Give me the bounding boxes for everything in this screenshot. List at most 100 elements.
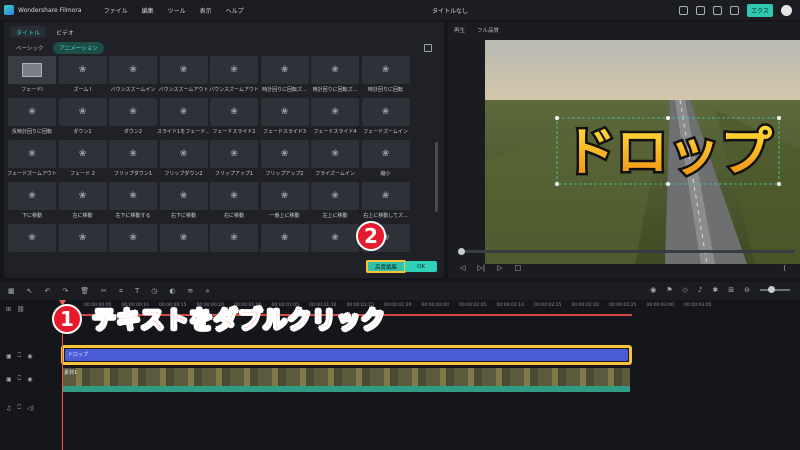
animation-thumbnail[interactable] <box>159 98 208 126</box>
seek-bar[interactable] <box>458 248 795 255</box>
animation-thumbnail[interactable] <box>58 140 107 168</box>
animation-preset[interactable]: フリップアップ1 <box>210 140 258 177</box>
video-clip[interactable]: 素材1 <box>62 368 630 386</box>
animation-thumbnail[interactable] <box>361 56 410 84</box>
animation-thumbnail[interactable] <box>159 224 208 252</box>
animation-preset[interactable]: フリップダウン2 <box>159 140 208 177</box>
menu-help[interactable]: ヘルプ <box>226 6 244 15</box>
speaker-icon[interactable]: ◁) <box>27 405 34 412</box>
eye-icon[interactable]: ◉ <box>27 376 32 383</box>
animation-thumbnail[interactable] <box>109 182 157 210</box>
shield-icon[interactable]: ◇ <box>683 286 688 294</box>
animation-preset[interactable]: 右上に移動してズ... <box>361 182 410 219</box>
animation-thumbnail[interactable] <box>210 224 258 252</box>
animation-thumbnail[interactable] <box>8 182 56 210</box>
animation-thumbnail[interactable] <box>361 98 410 126</box>
animation-thumbnail[interactable] <box>58 182 107 210</box>
add-track-icon[interactable]: ⊞ <box>6 306 11 313</box>
animation-thumbnail[interactable] <box>260 98 309 126</box>
snap-icon[interactable]: ⊞ <box>728 286 734 294</box>
animation-thumbnail[interactable] <box>58 98 107 126</box>
animation-thumbnail[interactable] <box>260 56 309 84</box>
animation-preset[interactable] <box>311 224 359 261</box>
animation-thumbnail[interactable] <box>210 182 258 210</box>
timer-icon[interactable]: ◷ <box>151 287 157 295</box>
animation-preset[interactable]: フライズームイン <box>311 140 359 177</box>
color-icon[interactable]: ◐ <box>169 287 175 295</box>
animation-thumbnail[interactable] <box>311 56 359 84</box>
animation-preset[interactable]: 反時計回りに回転 <box>8 98 56 135</box>
animation-preset[interactable]: フェードスライド3 <box>260 98 309 135</box>
animation-preset[interactable] <box>8 224 56 261</box>
prev-frame-icon[interactable]: ◁ <box>460 264 465 272</box>
animation-preset[interactable]: 時計回りに回転ズ... <box>260 56 309 93</box>
animation-preset[interactable]: 右下に移動 <box>159 182 208 219</box>
animation-thumbnail[interactable] <box>311 140 359 168</box>
animation-thumbnail[interactable] <box>58 56 107 84</box>
animation-preset[interactable]: フェードズームイン <box>361 98 410 135</box>
animation-preset[interactable] <box>210 224 258 261</box>
animation-preset[interactable]: 下に移動 <box>8 182 56 219</box>
link-icon[interactable]: ⛓ <box>17 306 25 313</box>
cut-icon[interactable]: ✂ <box>101 287 107 295</box>
animation-preset[interactable]: 右に移動 <box>210 182 258 219</box>
lock-icon[interactable]: ⎕ <box>18 352 22 360</box>
animation-thumbnail[interactable] <box>311 98 359 126</box>
overlay-title-text[interactable]: ドロップ <box>561 121 774 186</box>
cloud-icon[interactable] <box>713 6 723 15</box>
video-clip-audio[interactable] <box>62 386 630 392</box>
playback-label[interactable]: 再生 <box>454 26 465 34</box>
animation-thumbnail[interactable] <box>159 56 208 84</box>
animation-thumbnail[interactable] <box>109 56 157 84</box>
marker-icon[interactable]: ⚑ <box>666 286 672 294</box>
grid-icon[interactable]: ▦ <box>8 287 15 295</box>
avatar[interactable] <box>781 5 792 16</box>
animation-preset[interactable] <box>109 224 157 261</box>
animation-preset[interactable]: フェードズームアウト <box>7 140 57 177</box>
play-icon[interactable]: ▷ <box>497 264 502 272</box>
title-clip[interactable]: ドロップ <box>61 345 632 365</box>
panel-scrollbar[interactable] <box>435 142 438 212</box>
animation-preset[interactable]: フェードスライド4 <box>311 98 359 135</box>
animation-thumbnail[interactable] <box>109 140 157 168</box>
seek-handle[interactable] <box>458 248 465 255</box>
step-play-icon[interactable]: ▷| <box>477 264 485 272</box>
animation-preset[interactable]: フェードスライド2 <box>210 98 258 135</box>
ok-button[interactable]: OK <box>405 261 437 272</box>
animation-thumbnail[interactable] <box>260 224 309 252</box>
tab-title[interactable]: タイトル <box>10 26 47 38</box>
ai-icon[interactable]: ✱ <box>712 286 718 294</box>
animation-thumbnail[interactable] <box>159 140 208 168</box>
subtab-animation[interactable]: アニメーション <box>53 42 104 54</box>
menu-view[interactable]: 表示 <box>200 6 212 15</box>
animation-preset[interactable]: 時計回りに回転 <box>361 56 410 93</box>
zoom-slider[interactable] <box>760 286 790 293</box>
animation-thumbnail[interactable] <box>8 224 56 252</box>
redo-icon[interactable]: ↷ <box>62 287 68 295</box>
animation-preset[interactable]: フリップダウン1 <box>109 140 157 177</box>
menu-tools[interactable]: ツール <box>168 6 186 15</box>
animation-preset[interactable] <box>159 224 208 261</box>
animation-thumbnail[interactable] <box>260 182 309 210</box>
eye-icon[interactable]: ◉ <box>27 353 32 360</box>
animation-thumbnail[interactable] <box>210 140 258 168</box>
animation-thumbnail[interactable] <box>8 56 56 84</box>
layout-icon[interactable] <box>696 6 706 15</box>
quality-select[interactable]: フル品質 <box>477 26 499 34</box>
collapse-icon[interactable]: ⟨ <box>783 264 786 272</box>
save-icon[interactable] <box>679 6 689 15</box>
animation-thumbnail[interactable] <box>159 182 208 210</box>
animation-preset[interactable]: 時計回りに回転ズ... <box>311 56 359 93</box>
undo-icon[interactable]: ↶ <box>45 287 51 295</box>
tab-video[interactable]: ビデオ <box>50 26 80 38</box>
animation-thumbnail[interactable] <box>311 224 359 252</box>
animation-preset[interactable]: ズーム I <box>58 56 107 93</box>
animation-thumbnail[interactable] <box>109 98 157 126</box>
animation-preset[interactable]: バウンスズームアウト <box>209 56 259 93</box>
pointer-icon[interactable]: ↖ <box>27 287 33 295</box>
animation-thumbnail[interactable] <box>361 140 410 168</box>
gift-icon[interactable] <box>730 6 740 15</box>
animation-preset[interactable] <box>260 224 309 261</box>
animation-preset[interactable]: フリップアップ2 <box>260 140 309 177</box>
animation-preset[interactable] <box>58 224 107 261</box>
